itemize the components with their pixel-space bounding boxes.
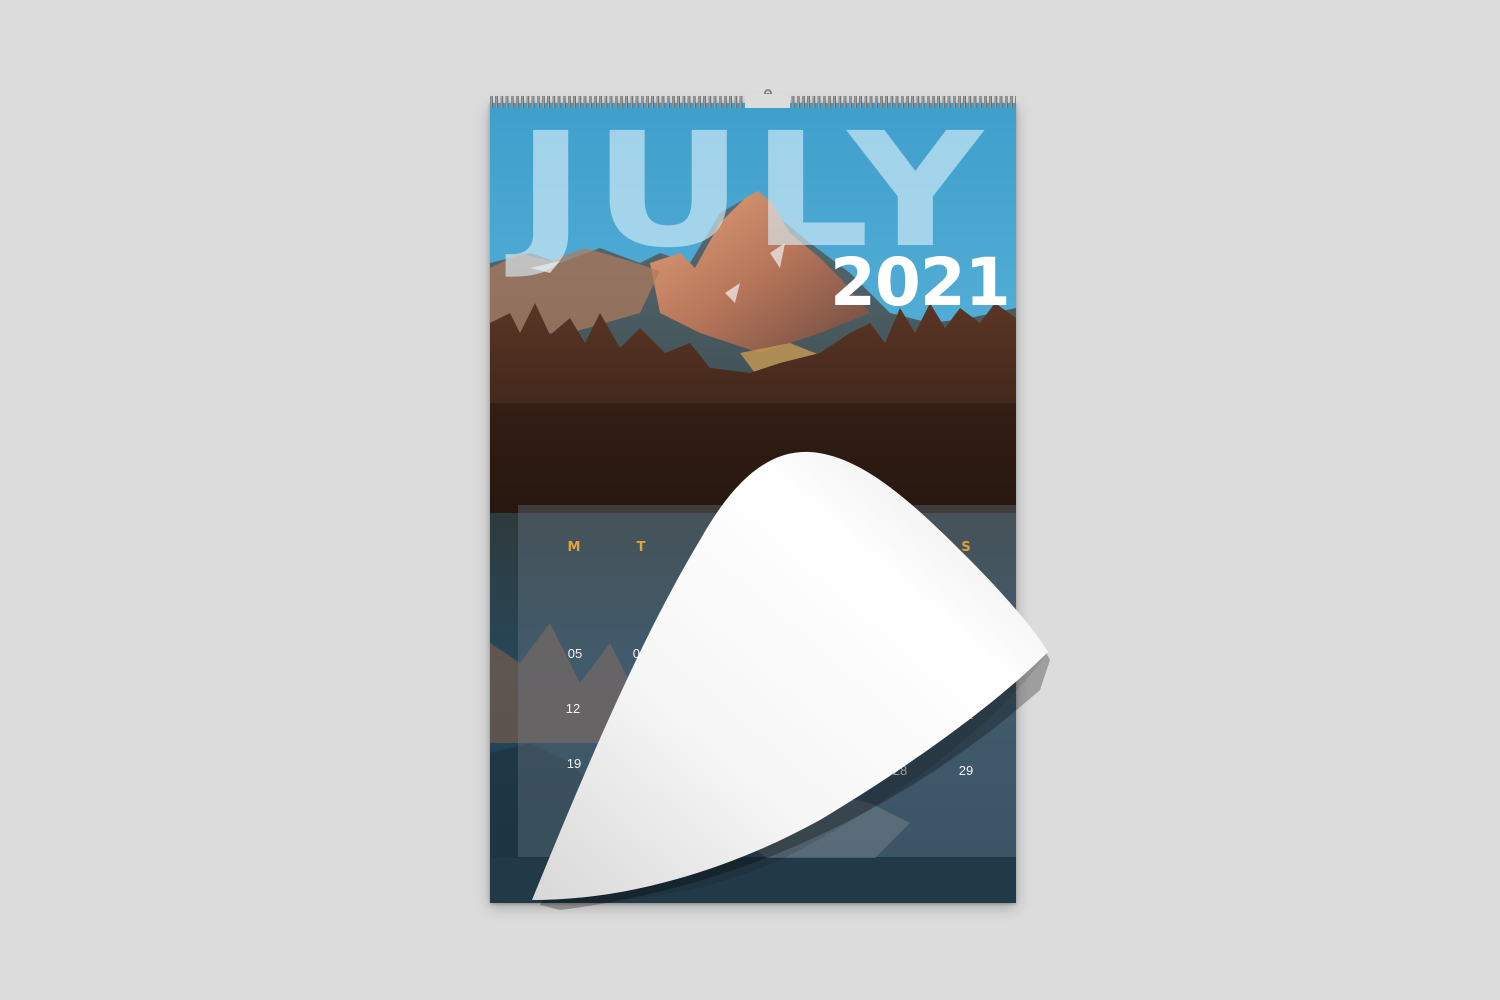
calendar-grid-panel <box>518 505 1016 857</box>
day-cell: 27 <box>827 763 843 778</box>
day-cell: 21 <box>892 707 908 722</box>
day-cell: 05 <box>567 646 583 661</box>
weekday-header-sun: S <box>961 540 971 555</box>
weekday-header-mon: M <box>567 540 581 555</box>
year-title: 2021 <box>830 244 1011 321</box>
day-cell: 06 <box>632 646 648 661</box>
day-cell: 19 <box>566 756 582 771</box>
calendar-mockup-scene: JULY 2021 M T W S 05 06 12 21 22 19 27 2… <box>0 0 1500 1000</box>
day-cell: 28 <box>892 763 908 778</box>
calendar-sheet: JULY 2021 M T W S 05 06 12 21 22 19 27 2… <box>490 103 1016 903</box>
day-cell: 12 <box>565 701 581 716</box>
binding-gap <box>745 94 790 108</box>
weekday-header-tue: T <box>636 540 646 555</box>
day-cell: 22 <box>958 707 974 722</box>
day-cell: 26 <box>566 809 582 824</box>
day-cell: 29 <box>958 763 974 778</box>
weekday-header-wed: W <box>698 540 714 555</box>
